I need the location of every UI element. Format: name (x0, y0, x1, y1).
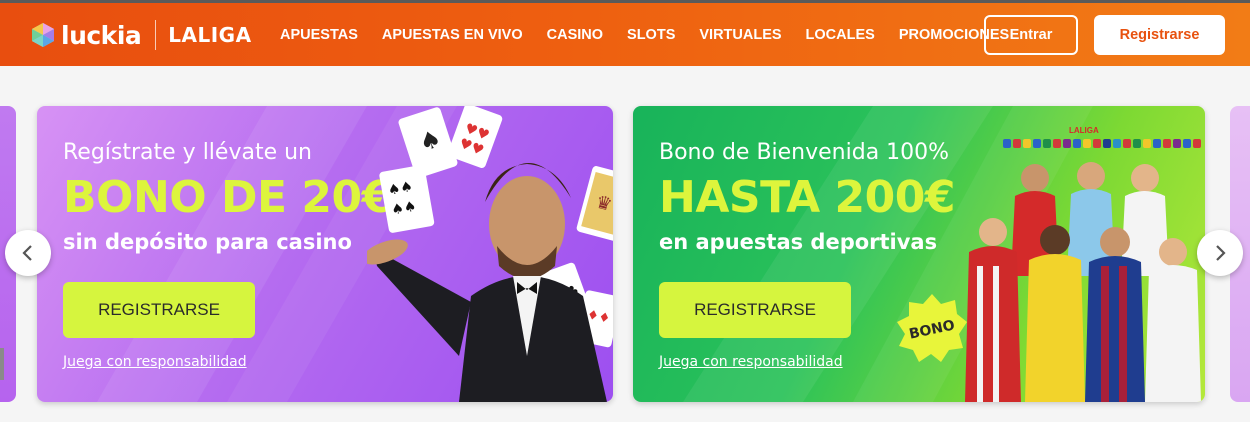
dealer-illustration: ♠ ♥♥ ♥♥ ♠♠ ♠♠ ♛ ♣♣ ♦♦ (367, 106, 613, 402)
nav-slots[interactable]: SLOTS (627, 27, 675, 43)
nav-casino[interactable]: CASINO (547, 27, 603, 43)
logo[interactable]: luckia LALIGA (30, 17, 252, 53)
register-button[interactable]: Registrarse (1094, 15, 1225, 55)
responsible-gaming-link[interactable]: Juega con responsabilidad (659, 354, 843, 370)
nav-apuestas-en-vivo[interactable]: APUESTAS EN VIVO (382, 27, 523, 43)
bono-badge: BONO (897, 294, 967, 362)
luckia-gem-icon (32, 23, 54, 47)
banner-offer: HASTA 200€ (659, 172, 956, 223)
carousel-next-button[interactable] (1197, 230, 1243, 276)
logo-text: luckia (61, 20, 142, 50)
logo-divider (155, 20, 157, 50)
carousel-prev-button[interactable] (5, 230, 51, 276)
banner-sports[interactable]: Bono de Bienvenida 100% HASTA 200€ en ap… (633, 106, 1205, 402)
partner-text: LALIGA (168, 23, 252, 47)
banner-casino[interactable]: Regístrate y llévate un BONO DE 20€ sin … (37, 106, 613, 402)
chevron-right-icon (1216, 245, 1226, 261)
banner-headline: Regístrate y llévate un (63, 140, 312, 165)
banner-subline: en apuestas deportivas (659, 230, 938, 254)
main-nav: APUESTAS APUESTAS EN VIVO CASINO SLOTS V… (280, 27, 1009, 43)
chevron-left-icon (22, 245, 32, 261)
nav-locales[interactable]: LOCALES (806, 27, 875, 43)
laliga-mini-logo: LALIGA (1069, 126, 1099, 135)
register-cta-button[interactable]: REGISTRARSE (63, 282, 255, 338)
banner-headline: Bono de Bienvenida 100% (659, 140, 950, 165)
banner-subline: sin depósito para casino (63, 230, 352, 254)
team-crests (1003, 139, 1201, 148)
nav-virtuales[interactable]: VIRTUALES (699, 27, 781, 43)
scroll-indicator (0, 348, 4, 380)
nav-apuestas[interactable]: APUESTAS (280, 27, 358, 43)
players-illustration (965, 162, 1201, 402)
banner-offer: BONO DE 20€ (63, 172, 392, 223)
register-cta-button[interactable]: REGISTRARSE (659, 282, 851, 338)
login-button[interactable]: Entrar (984, 15, 1078, 55)
responsible-gaming-link[interactable]: Juega con responsabilidad (63, 354, 247, 370)
site-header: luckia LALIGA APUESTAS APUESTAS EN VIVO … (0, 3, 1250, 66)
